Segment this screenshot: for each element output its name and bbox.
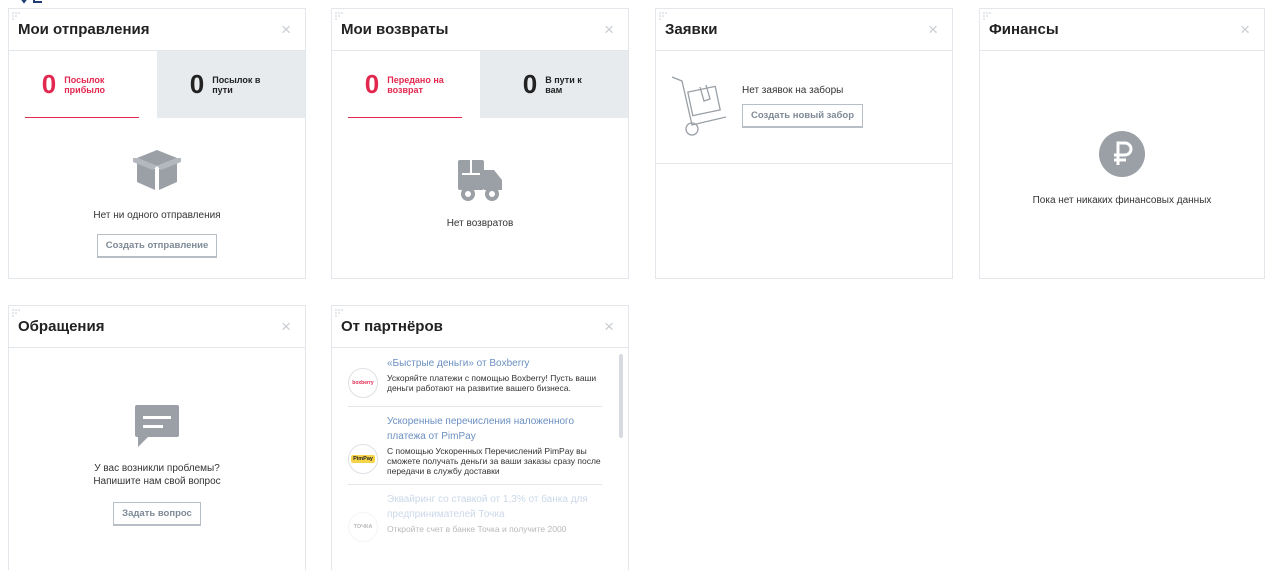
arrived-label: Посылок прибыло xyxy=(64,74,106,95)
list-item[interactable]: ТОЧКА Эквайринг со ставкой от 1,3% от ба… xyxy=(348,485,602,550)
returns-widget: Мои возвраты × 0 Передано на возврат 0 В… xyxy=(331,8,629,279)
drag-handle-icon[interactable] xyxy=(658,11,670,21)
support-title: Обращения xyxy=(18,318,105,335)
shipments-widget: Мои отправления × 0 Посылок прибыло 0 По… xyxy=(8,8,306,279)
tab-in-transit[interactable]: 0 Посылок в пути xyxy=(157,51,305,118)
requests-title: Заявки xyxy=(665,21,718,38)
finance-header[interactable]: Финансы × xyxy=(980,9,1264,51)
pimpay-logo: PimPay xyxy=(348,444,378,474)
support-widget: Обращения × У вас возникли проблемы? Нап… xyxy=(8,305,306,570)
tab-arrived[interactable]: 0 Посылок прибыло xyxy=(9,51,157,118)
ruble-icon xyxy=(1099,131,1145,177)
list-item[interactable]: PimPay Ускоренные перечисления наложенно… xyxy=(348,407,602,485)
partners-title: От партнёров xyxy=(341,318,443,335)
boxberry-logo: boxberry xyxy=(348,368,378,398)
list-item[interactable]: boxberry «Быстрые деньги» от Boxberry Ус… xyxy=(348,356,602,407)
returning-count: 0 xyxy=(522,69,538,99)
partners-header[interactable]: От партнёров × xyxy=(332,306,628,348)
partner-title[interactable]: Ускоренные перечисления наложенного плат… xyxy=(387,414,602,444)
box-icon xyxy=(133,150,181,190)
returns-title: Мои возвраты xyxy=(341,21,449,38)
partner-desc: Ускоряйте платежи с помощью Boxberry! Пу… xyxy=(387,373,597,393)
partner-desc: С помощью Ускоренных Перечислений PimPay… xyxy=(387,446,601,476)
create-pickup-button[interactable]: Создать новый забор xyxy=(742,104,864,127)
tab-sent-back[interactable]: 0 Передано на возврат xyxy=(332,51,480,118)
drag-handle-icon[interactable] xyxy=(334,11,346,21)
tochka-logo: ТОЧКА xyxy=(348,512,378,542)
drag-handle-icon[interactable] xyxy=(11,308,23,318)
message-icon xyxy=(135,405,179,447)
ask-question-button[interactable]: Задать вопрос xyxy=(113,502,201,525)
returns-header[interactable]: Мои возвраты × xyxy=(332,9,628,51)
close-icon[interactable]: × xyxy=(281,21,291,38)
sent-count: 0 xyxy=(364,69,380,99)
partners-widget: От партнёров × boxberry «Быстрые деньги»… xyxy=(331,305,629,570)
drag-handle-icon[interactable] xyxy=(11,11,23,21)
shipments-header[interactable]: Мои отправления × xyxy=(9,9,305,51)
logo-icon xyxy=(21,0,42,4)
transit-count: 0 xyxy=(189,69,205,99)
partner-title[interactable]: «Быстрые деньги» от Boxberry xyxy=(387,356,602,371)
arrived-count: 0 xyxy=(41,69,57,99)
support-header[interactable]: Обращения × xyxy=(9,306,305,348)
drag-handle-icon[interactable] xyxy=(982,11,994,21)
returns-empty-text: Нет возвратов xyxy=(446,218,514,229)
requests-empty-text: Нет заявок на заборы xyxy=(742,85,844,96)
finance-widget: Финансы × Пока нет никаких финансовых да… xyxy=(979,8,1265,279)
sent-label: Передано на возврат xyxy=(387,74,444,95)
partner-title[interactable]: Эквайринг со ставкой от 1,3% от банка дл… xyxy=(387,492,602,522)
finance-title: Финансы xyxy=(989,21,1059,38)
tab-returning[interactable]: 0 В пути к вам xyxy=(480,51,628,118)
returning-label: В пути к вам xyxy=(545,74,582,95)
close-icon[interactable]: × xyxy=(928,21,938,38)
partners-list[interactable]: boxberry «Быстрые деньги» от Boxberry Ус… xyxy=(332,348,628,550)
close-icon[interactable]: × xyxy=(604,21,614,38)
scrollbar[interactable] xyxy=(619,354,623,438)
requests-header[interactable]: Заявки × xyxy=(656,9,952,51)
close-icon[interactable]: × xyxy=(281,318,291,335)
truck-icon xyxy=(458,160,502,201)
close-icon[interactable]: × xyxy=(1240,21,1250,38)
shipments-title: Мои отправления xyxy=(18,21,150,38)
drag-handle-icon[interactable] xyxy=(334,308,346,318)
create-shipment-button[interactable]: Создать отправление xyxy=(96,234,218,257)
transit-label: Посылок в пути xyxy=(212,74,261,95)
shipments-empty-text: Нет ни одного отправления xyxy=(93,210,221,221)
close-icon[interactable]: × xyxy=(604,318,614,335)
support-text-line2: Напишите нам свой вопрос xyxy=(93,476,221,487)
support-text-line1: У вас возникли проблемы? xyxy=(94,463,220,474)
partner-desc: Откройте счет в банке Точка и получите 2… xyxy=(387,524,567,534)
hand-truck-icon xyxy=(671,76,727,136)
requests-widget: Заявки × Нет заявок на заборы Создать но… xyxy=(655,8,953,279)
finance-empty-text: Пока нет никаких финансовых данных xyxy=(1032,195,1212,206)
